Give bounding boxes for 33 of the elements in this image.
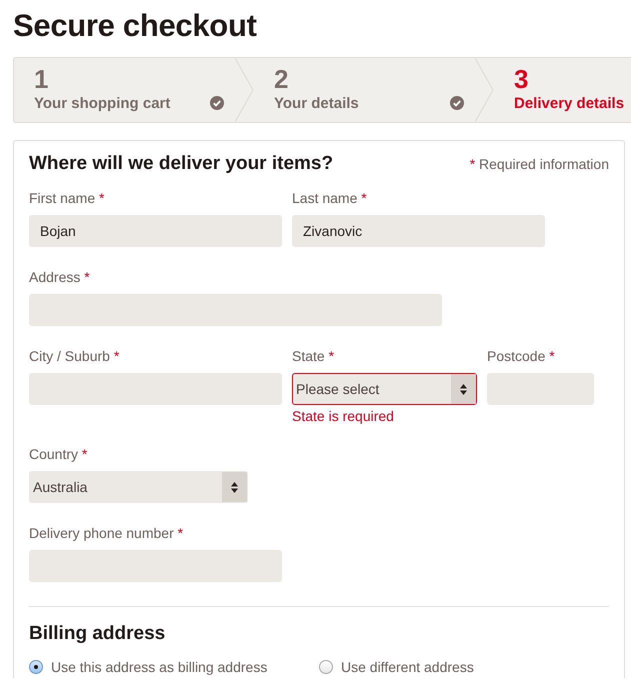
page-title: Secure checkout	[13, 8, 258, 44]
radio-label[interactable]: Use this address as billing address	[51, 659, 268, 675]
field-label: First name *	[29, 190, 106, 207]
section-heading: Billing address	[29, 623, 166, 645]
step-number: 2	[274, 65, 288, 93]
radio-label[interactable]: Use different address	[341, 659, 474, 675]
required-note: * Required information	[470, 156, 609, 172]
radio-button[interactable]	[29, 660, 43, 674]
select-field[interactable]: Please select	[292, 373, 477, 405]
field-label: Country *	[29, 446, 88, 463]
select-field[interactable]: Australia	[29, 471, 248, 503]
section-heading: Where will we deliver your items?	[29, 153, 334, 175]
field-label: Delivery phone number *	[29, 525, 184, 542]
input-field[interactable]	[29, 373, 282, 405]
field-label: Postcode *	[487, 348, 556, 365]
error-message: State is required	[292, 408, 395, 424]
input-field[interactable]	[29, 294, 442, 326]
step-label: Your details	[274, 95, 359, 112]
dropdown-arrows-icon	[460, 384, 467, 394]
field-label: State *	[292, 348, 336, 365]
radio-button[interactable]	[319, 660, 333, 674]
input-field[interactable]	[487, 373, 594, 405]
input-field[interactable]: Bojan	[29, 215, 282, 247]
input-field[interactable]: Zivanovic	[292, 215, 545, 247]
input-field[interactable]	[29, 550, 282, 582]
field-label: City / Suburb *	[29, 348, 120, 365]
dropdown-arrows-icon	[231, 482, 238, 492]
step-label: Your shopping cart	[34, 95, 170, 112]
field-label: Address *	[29, 269, 91, 286]
step-number: 3	[514, 65, 528, 93]
step-number: 1	[34, 65, 48, 93]
field-label: Last name *	[292, 190, 368, 207]
step-label: Delivery details	[514, 95, 624, 112]
